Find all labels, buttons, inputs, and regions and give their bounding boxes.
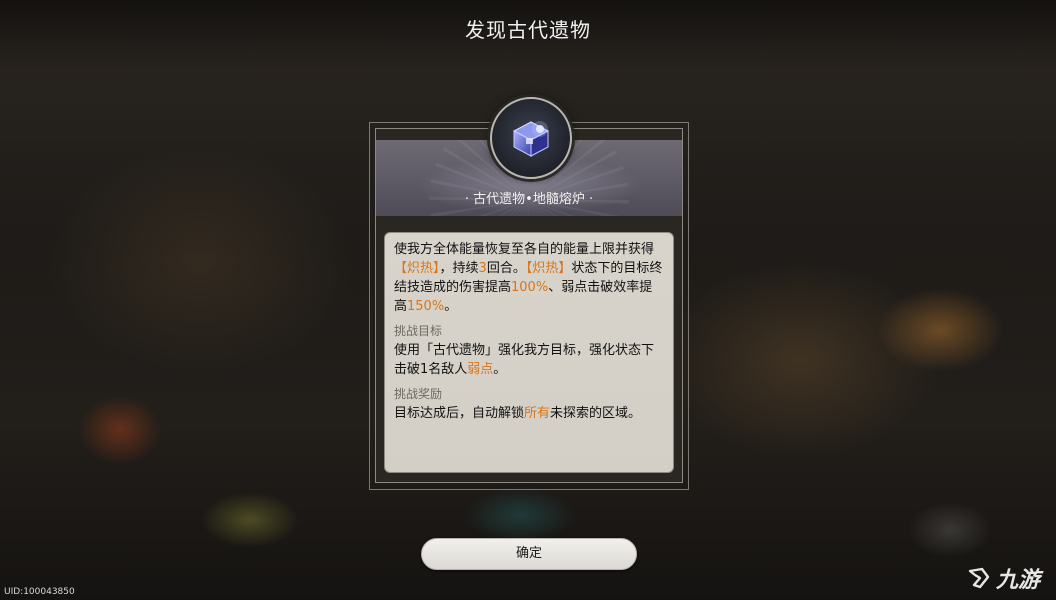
text-run: 目标达成后，自动解锁 xyxy=(394,406,525,421)
reward-text: 目标达成后，自动解锁所有未探索的区域。 xyxy=(394,404,663,423)
relic-description: 使我方全体能量恢复至各自的能量上限并获得【炽热】，持续3回合。【炽热】状态下的目… xyxy=(384,232,674,473)
text-run: 。 xyxy=(493,362,507,377)
highlight-term: 150% xyxy=(407,299,445,314)
screen-title: 发现古代遗物 xyxy=(465,18,591,42)
challenge-text: 使用「古代遗物」强化我方目标，强化状态下击破1名敌人弱点。 xyxy=(394,341,663,379)
challenge-label: 挑战目标 xyxy=(394,324,443,338)
text-run: 使我方全体能量恢复至各自的能量上限并获得 xyxy=(394,242,655,257)
highlight-term: 弱点 xyxy=(467,362,494,377)
reward-label: 挑战奖励 xyxy=(394,387,443,401)
uid-label: UID:100043850 xyxy=(4,587,75,597)
highlight-term: 【炽热】 xyxy=(525,261,572,276)
highlight-term: 【炽热】 xyxy=(394,261,440,276)
relic-emblem xyxy=(490,97,572,179)
relic-name: · 古代遗物•地髓熔炉 · xyxy=(464,192,594,207)
highlight-term: 所有 xyxy=(524,406,551,421)
highlight-term: 100% xyxy=(511,280,549,295)
text-run: 回合。 xyxy=(486,261,526,276)
relic-chest-icon xyxy=(512,121,550,157)
watermark: 九游 xyxy=(966,560,1056,596)
text-run: 使用「古代遗物」强化我方目标，强化状态下击破1名敌人 xyxy=(394,343,655,377)
effect-text: 使我方全体能量恢复至各自的能量上限并获得【炽热】，持续3回合。【炽热】状态下的目… xyxy=(394,240,663,316)
confirm-button[interactable]: 确定 xyxy=(421,538,637,570)
text-run: 。 xyxy=(444,299,458,314)
jiuyou-logo-icon xyxy=(968,567,990,589)
highlight-term: 3 xyxy=(478,261,487,276)
text-run: ，持续 xyxy=(439,261,479,276)
watermark-text: 九游 xyxy=(996,568,1041,593)
text-run: 未探索的区域。 xyxy=(550,406,642,421)
